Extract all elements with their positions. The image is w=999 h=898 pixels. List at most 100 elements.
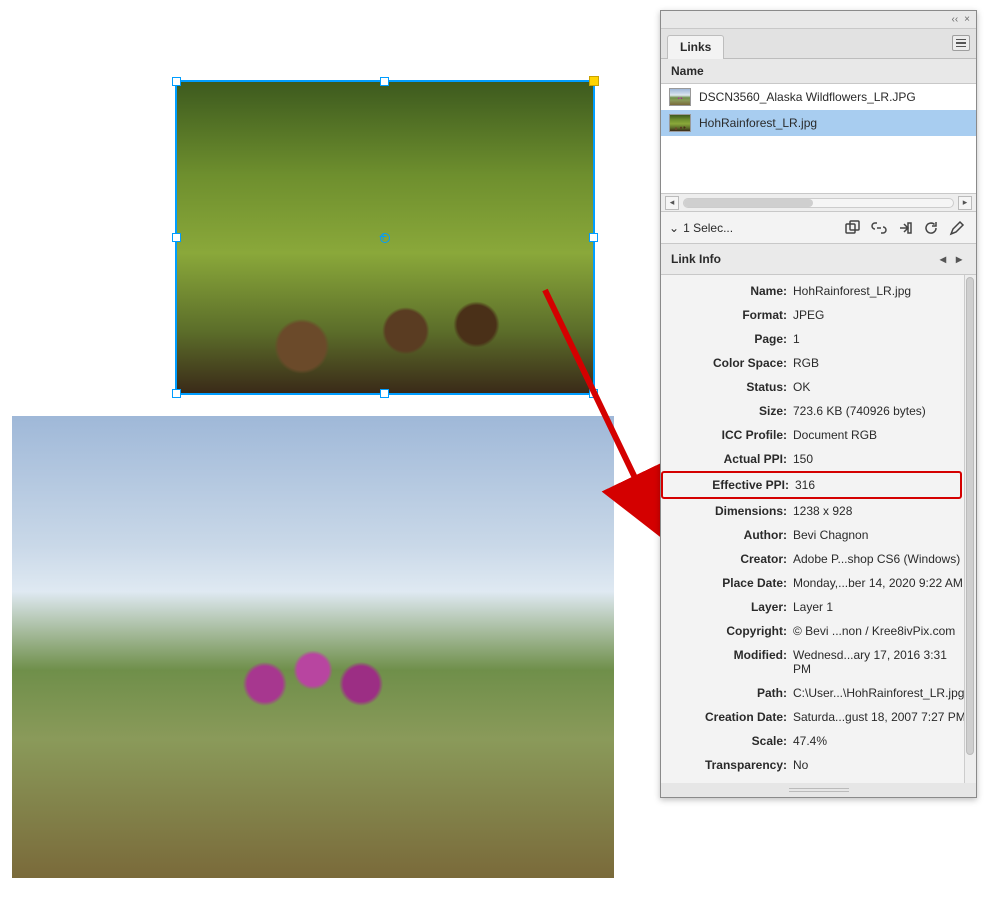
selection-summary-text: 1 Selec... bbox=[683, 221, 733, 235]
link-info-row: Author:Bevi Chagnon bbox=[661, 523, 976, 547]
panel-toolbar: ⌄ 1 Selec... bbox=[661, 212, 976, 244]
list-item-thumbnail bbox=[669, 114, 691, 132]
link-info-value: Monday,...ber 14, 2020 9:22 AM bbox=[793, 576, 966, 590]
update-link-icon[interactable] bbox=[920, 218, 942, 238]
link-info-key: Page: bbox=[661, 332, 793, 346]
link-info-key: Size: bbox=[661, 404, 793, 418]
link-info-value: Adobe P...shop CS6 (Windows) bbox=[793, 552, 966, 566]
link-info-value: Document RGB bbox=[793, 428, 966, 442]
column-header-name[interactable]: Name bbox=[661, 59, 976, 84]
link-info-row: Place Date:Monday,...ber 14, 2020 9:22 A… bbox=[661, 571, 976, 595]
link-info-value: Wednesd...ary 17, 2016 3:31 PM bbox=[793, 648, 966, 676]
link-info-value: © Bevi ...non / Kree8ivPix.com bbox=[793, 624, 966, 638]
link-info-title: Link Info bbox=[671, 252, 721, 266]
link-info-key: Actual PPI: bbox=[661, 452, 793, 466]
panel-tabs: Links bbox=[661, 29, 976, 59]
link-info-row: Dimensions:1238 x 928 bbox=[661, 499, 976, 523]
scroll-left-icon[interactable]: ◂ bbox=[665, 196, 679, 210]
selection-summary[interactable]: ⌄ 1 Selec... bbox=[669, 221, 733, 235]
scroll-thumb[interactable] bbox=[684, 199, 813, 207]
link-info-row: Transparency:No bbox=[661, 753, 976, 777]
link-info-row: Color Space:RGB bbox=[661, 351, 976, 375]
panel-titlebar[interactable]: ‹‹ × bbox=[661, 11, 976, 29]
link-info-row: Effective PPI:316 bbox=[661, 471, 962, 499]
link-info-key: Color Space: bbox=[661, 356, 793, 370]
link-info-row: Layer:Layer 1 bbox=[661, 595, 976, 619]
link-info-row: Size:723.6 KB (740926 bytes) bbox=[661, 399, 976, 423]
collapse-icon[interactable]: ‹‹ bbox=[951, 14, 958, 25]
link-info-value: Layer 1 bbox=[793, 600, 966, 614]
list-item-thumbnail bbox=[669, 88, 691, 106]
list-item-filename: DSCN3560_Alaska Wildflowers_LR.JPG bbox=[699, 90, 916, 104]
resize-handle-sw[interactable] bbox=[172, 389, 181, 398]
link-info-key: Copyright: bbox=[661, 624, 793, 638]
link-info-key: ICC Profile: bbox=[661, 428, 793, 442]
link-info-key: Author: bbox=[661, 528, 793, 542]
link-info-value: C:\User...\HohRainforest_LR.jpg bbox=[793, 686, 966, 700]
list-item[interactable]: HohRainforest_LR.jpg bbox=[661, 110, 976, 136]
link-info-row: Creator:Adobe P...shop CS6 (Windows) bbox=[661, 547, 976, 571]
scroll-right-icon[interactable]: ▸ bbox=[958, 196, 972, 210]
link-info-value: 150 bbox=[793, 452, 966, 466]
links-panel: ‹‹ × Links Name DSCN3560_Alaska Wildflow… bbox=[660, 10, 977, 798]
link-info-value: 316 bbox=[795, 478, 950, 492]
scroll-track[interactable] bbox=[683, 198, 954, 208]
link-info-value: Saturda...gust 18, 2007 7:27 PM bbox=[793, 710, 966, 724]
document-canvas[interactable] bbox=[0, 0, 660, 898]
placed-image-selected[interactable] bbox=[175, 80, 595, 395]
info-vertical-scrollbar[interactable] bbox=[964, 275, 976, 783]
resize-handle-s[interactable] bbox=[380, 389, 389, 398]
next-link-icon[interactable]: ▸ bbox=[952, 252, 966, 266]
link-info-key: Creation Date: bbox=[661, 710, 793, 724]
link-info-value: 1 bbox=[793, 332, 966, 346]
link-info-value: 723.6 KB (740926 bytes) bbox=[793, 404, 966, 418]
list-horizontal-scrollbar[interactable]: ◂ ▸ bbox=[661, 194, 976, 212]
image-wildflowers bbox=[12, 416, 614, 878]
link-info-row: Page:1 bbox=[661, 327, 976, 351]
link-info-key: Layer: bbox=[661, 600, 793, 614]
link-info-row: Path:C:\User...\HohRainforest_LR.jpg bbox=[661, 681, 976, 705]
close-icon[interactable]: × bbox=[964, 14, 970, 25]
resize-handle-e[interactable] bbox=[589, 233, 598, 242]
link-info-key: Creator: bbox=[661, 552, 793, 566]
link-info-row: Name:HohRainforest_LR.jpg bbox=[661, 279, 976, 303]
content-indicator bbox=[589, 76, 599, 86]
link-info-key: Format: bbox=[661, 308, 793, 322]
placed-image-wildflowers[interactable] bbox=[12, 416, 614, 878]
link-info-value: 1238 x 928 bbox=[793, 504, 966, 518]
link-info-row: Format:JPEG bbox=[661, 303, 976, 327]
info-scroll-thumb[interactable] bbox=[966, 277, 974, 755]
panel-menu-icon[interactable] bbox=[952, 35, 970, 51]
list-item[interactable]: DSCN3560_Alaska Wildflowers_LR.JPG bbox=[661, 84, 976, 110]
link-info-value: HohRainforest_LR.jpg bbox=[793, 284, 966, 298]
goto-link-icon[interactable] bbox=[894, 218, 916, 238]
resize-handle-n[interactable] bbox=[380, 77, 389, 86]
link-info-row: Actual PPI:150 bbox=[661, 447, 976, 471]
relink-cc-icon[interactable] bbox=[842, 218, 864, 238]
resize-handle-nw[interactable] bbox=[172, 77, 181, 86]
link-info-key: Dimensions: bbox=[661, 504, 793, 518]
link-info-row: Creation Date:Saturda...gust 18, 2007 7:… bbox=[661, 705, 976, 729]
link-info-key: Modified: bbox=[661, 648, 793, 662]
link-info-key: Scale: bbox=[661, 734, 793, 748]
link-info-value: 47.4% bbox=[793, 734, 966, 748]
link-info-value: JPEG bbox=[793, 308, 966, 322]
link-info-header[interactable]: Link Info ◂ ▸ bbox=[661, 244, 976, 275]
tab-links[interactable]: Links bbox=[667, 35, 724, 59]
prev-link-icon[interactable]: ◂ bbox=[936, 252, 950, 266]
link-info-section: Name:HohRainforest_LR.jpgFormat:JPEGPage… bbox=[661, 275, 976, 783]
link-info-key: Effective PPI: bbox=[663, 478, 795, 492]
edit-original-icon[interactable] bbox=[946, 218, 968, 238]
link-info-value: RGB bbox=[793, 356, 966, 370]
link-info-key: Transparency: bbox=[661, 758, 793, 772]
links-list: DSCN3560_Alaska Wildflowers_LR.JPG HohRai… bbox=[661, 84, 976, 194]
link-info-key: Name: bbox=[661, 284, 793, 298]
center-point[interactable] bbox=[380, 233, 390, 243]
link-info-value: No bbox=[793, 758, 966, 772]
resize-handle-w[interactable] bbox=[172, 233, 181, 242]
link-info-value: OK bbox=[793, 380, 966, 394]
resize-handle-se[interactable] bbox=[589, 389, 598, 398]
link-info-row: Status:OK bbox=[661, 375, 976, 399]
panel-resize-gripper[interactable] bbox=[661, 783, 976, 797]
relink-icon[interactable] bbox=[868, 218, 890, 238]
